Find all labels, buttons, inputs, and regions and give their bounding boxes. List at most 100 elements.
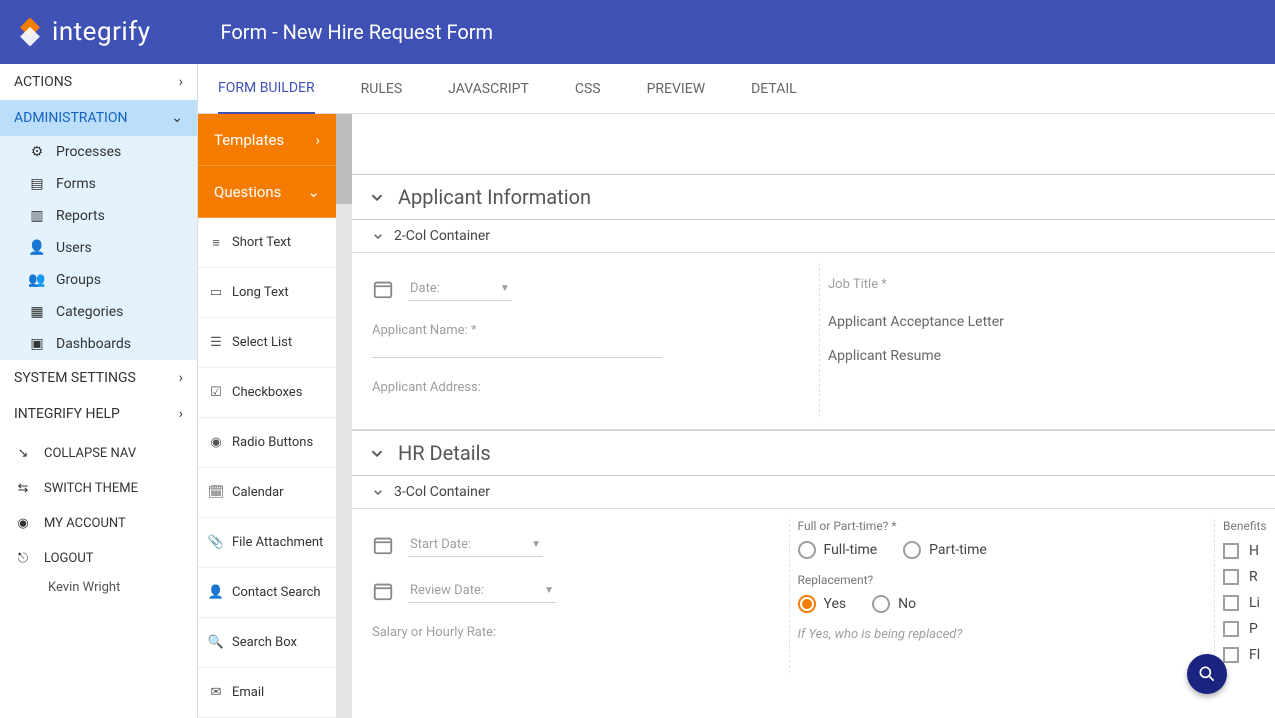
email-icon: ✉ (208, 685, 224, 700)
question-type-list: ≡Short Text ▭Long Text ☰Select List ☑Che… (198, 218, 336, 718)
question-radio-buttons[interactable]: ◉Radio Buttons (198, 418, 336, 468)
benefit-h[interactable]: H (1223, 543, 1267, 559)
question-email[interactable]: ✉Email (198, 668, 336, 718)
question-long-text[interactable]: ▭Long Text (198, 268, 336, 318)
questions-label: Questions (214, 183, 281, 201)
tab-javascript[interactable]: JAVASCRIPT (448, 65, 529, 113)
replacement-label: Replacement? (798, 573, 1207, 587)
benefit-li[interactable]: Li (1223, 595, 1267, 611)
sidebar-actions[interactable]: ACTIONS › (0, 64, 197, 100)
benefit-fl[interactable]: Fl (1223, 647, 1267, 663)
tab-css[interactable]: CSS (575, 65, 601, 113)
chevron-right-icon: › (179, 406, 183, 422)
chevron-down-icon: ⌄ (307, 183, 320, 201)
sidebar-item-reports[interactable]: ▥ Reports (0, 200, 197, 232)
templates-header[interactable]: Templates › (198, 114, 336, 166)
field-applicant-name[interactable]: Applicant Name: * (372, 323, 811, 358)
field-date[interactable]: Date: ▼ (372, 277, 811, 301)
q-label: File Attachment (232, 535, 323, 550)
sidebar-item-categories[interactable]: ▦ Categories (0, 296, 197, 328)
chevron-down-icon (370, 484, 386, 500)
section-applicant-info[interactable]: Applicant Information (352, 174, 1275, 220)
sidebar-item-users[interactable]: 👤 Users (0, 232, 197, 264)
radio-parttime[interactable]: Part-time (903, 541, 987, 559)
group-icon: 👥 (28, 272, 46, 288)
tab-rules[interactable]: RULES (361, 65, 403, 113)
section-hr-details[interactable]: HR Details (352, 430, 1275, 476)
label: Full-time (824, 542, 878, 558)
my-account[interactable]: ◉ MY ACCOUNT (0, 506, 197, 541)
q-label: Select List (232, 335, 292, 350)
label: Yes (824, 596, 847, 612)
benefit-r[interactable]: R (1223, 569, 1267, 585)
question-contact-search[interactable]: 👤Contact Search (198, 568, 336, 618)
palette-scrollbar[interactable] (336, 114, 352, 718)
form-canvas: Applicant Information 2-Col Container Da… (352, 114, 1275, 718)
question-select-list[interactable]: ☰Select List (198, 318, 336, 368)
field-resume[interactable]: Applicant Resume (828, 348, 1267, 364)
section-title: Applicant Information (398, 185, 591, 209)
benefit-p[interactable]: P (1223, 621, 1267, 637)
field-salary[interactable]: Salary or Hourly Rate: (372, 625, 781, 640)
tab-preview[interactable]: PREVIEW (647, 65, 706, 113)
search-fab[interactable] (1187, 654, 1227, 694)
sidebar-sub-label: Dashboards (56, 336, 131, 352)
radio-fulltime[interactable]: Full-time (798, 541, 878, 559)
label: Fl (1249, 647, 1260, 663)
scrollbar-thumb[interactable] (336, 114, 352, 204)
chevron-down-icon: ⌄ (171, 110, 183, 126)
container-3col[interactable]: 3-Col Container (352, 476, 1275, 509)
question-calendar[interactable]: 🗓Calendar (198, 468, 336, 518)
sidebar-sub-label: Forms (56, 176, 96, 192)
q-label: Search Box (232, 635, 297, 650)
field-job-title[interactable]: Job Title * (828, 277, 1267, 292)
field-applicant-address[interactable]: Applicant Address: (372, 380, 811, 395)
label: Part-time (929, 542, 987, 558)
page-title: Form - New Hire Request Form (221, 20, 494, 44)
sidebar-sub-label: Processes (56, 144, 121, 160)
question-short-text[interactable]: ≡Short Text (198, 218, 336, 268)
question-file-attachment[interactable]: 📎File Attachment (198, 518, 336, 568)
dropdown-icon: ▼ (531, 539, 541, 550)
label: Applicant Address: (372, 380, 811, 395)
fullpart-label: Full or Part-time? * (798, 519, 1207, 533)
question-search-box[interactable]: 🔍Search Box (198, 618, 336, 668)
chevron-down-icon (366, 186, 388, 208)
sidebar-administration[interactable]: ADMINISTRATION ⌄ (0, 100, 197, 136)
benefits-label: Benefits (1223, 519, 1267, 533)
sidebar-item-groups[interactable]: 👥 Groups (0, 264, 197, 296)
tab-form-builder[interactable]: FORM BUILDER (218, 64, 315, 115)
label: R (1249, 569, 1258, 585)
label: No (898, 596, 916, 612)
radio-no[interactable]: No (872, 595, 916, 613)
field-review-date[interactable]: Review Date: ▼ (372, 579, 781, 603)
sidebar-item-processes[interactable]: ⚙ Processes (0, 136, 197, 168)
field-start-date[interactable]: Start Date: ▼ (372, 533, 781, 557)
account-icon: ◉ (14, 516, 32, 531)
container-2col[interactable]: 2-Col Container (352, 220, 1275, 253)
logout[interactable]: ⎋ LOGOUT (0, 541, 197, 576)
sidebar-item-forms[interactable]: ▤ Forms (0, 168, 197, 200)
contact-icon: 👤 (208, 585, 224, 600)
tab-detail[interactable]: DETAIL (751, 65, 797, 113)
current-user: Kevin Wright (0, 576, 197, 603)
admin-subnav: ⚙ Processes ▤ Forms ▥ Reports 👤 Users 👥 … (0, 136, 197, 360)
sidebar-help[interactable]: INTEGRIFY HELP › (0, 396, 197, 432)
question-checkboxes[interactable]: ☑Checkboxes (198, 368, 336, 418)
collapse-nav[interactable]: ↘ COLLAPSE NAV (0, 436, 197, 471)
radio-yes[interactable]: Yes (798, 595, 847, 613)
sidebar-item-dashboards[interactable]: ▣ Dashboards (0, 328, 197, 360)
chevron-down-icon (366, 442, 388, 464)
logout-icon: ⎋ (14, 551, 32, 566)
field-acceptance-letter[interactable]: Applicant Acceptance Letter (828, 314, 1267, 330)
questions-header[interactable]: Questions ⌄ (198, 166, 336, 218)
label: Review Date: (410, 583, 484, 598)
sidebar-system-settings[interactable]: SYSTEM SETTINGS › (0, 360, 197, 396)
switch-theme[interactable]: ⇆ SWITCH THEME (0, 471, 197, 506)
report-icon: ▥ (28, 208, 46, 224)
field-replaced-who[interactable]: If Yes, who is being replaced? (798, 627, 1207, 642)
label: Salary or Hourly Rate: (372, 625, 781, 640)
table-icon: ▦ (28, 304, 46, 320)
label: Applicant Resume (828, 348, 941, 364)
top-bar: integrify Form - New Hire Request Form (0, 0, 1275, 64)
